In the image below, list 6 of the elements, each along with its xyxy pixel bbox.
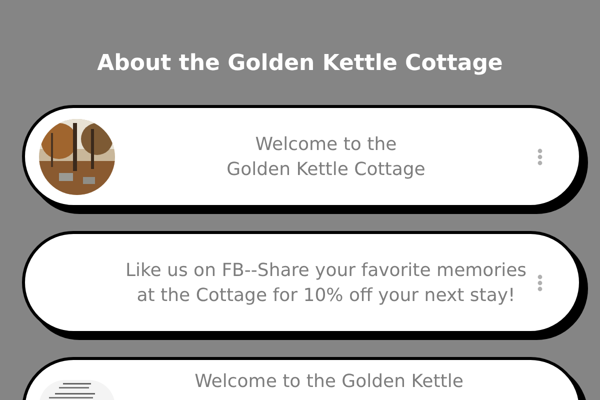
page-title: About the Golden Kettle Cottage [97,50,503,78]
link-text: Like us on FB--Share your favorite memories at the Cottage for 10% off your next stay! [124,258,528,308]
more-options-icon[interactable] [537,148,543,166]
link-text: Welcome to the Golden Kettle Cottage [226,132,426,182]
link-text: Welcome to the Golden Kettle [194,372,464,392]
more-options-icon[interactable] [537,274,543,292]
